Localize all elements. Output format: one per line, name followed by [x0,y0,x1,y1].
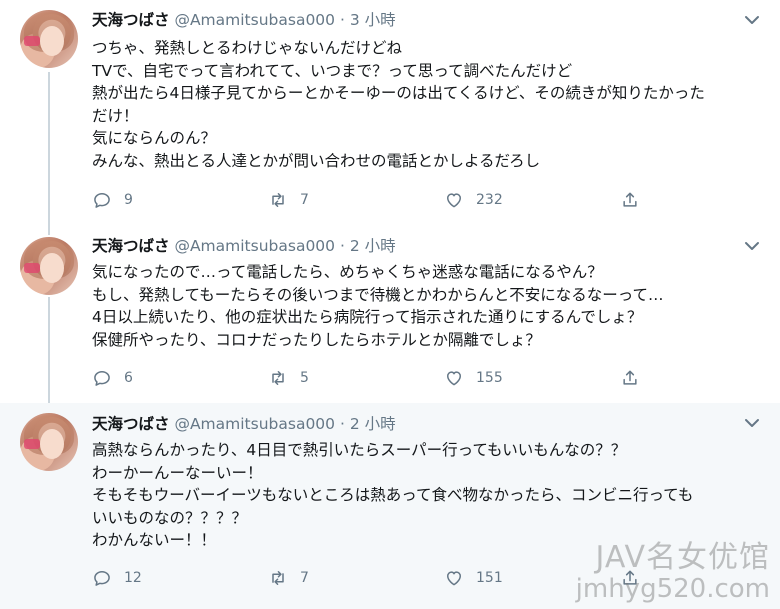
retweet-icon [272,571,284,585]
reply-count: 12 [124,570,142,586]
like-button[interactable]: 151 [444,567,503,589]
retweet-icon [272,371,284,385]
user-handle[interactable]: @Amamitsubasa000 [174,237,335,255]
tweet-actions: 9 7 232 [92,189,652,211]
tweet-actions: 12 7 151 [92,567,652,589]
heart-icon [447,371,461,386]
tweet-text: つちゃ、発熱しとるわけじゃないんだけどね TVで、自宅でって言われてて、いつまで… [92,37,762,172]
share-icon [623,192,637,207]
thread-connector-line [48,297,50,403]
thread-connector-line [48,72,50,230]
separator-dot: · [339,237,345,255]
tweet-line: わーかーんーなーいー！ [92,463,263,482]
tweet[interactable]: 天海つばさ @Amamitsubasa000 · 3 小時 つちゃ、発熱しとるわ… [0,0,780,230]
timestamp[interactable]: 2 小時 [350,237,396,255]
user-handle[interactable]: @Amamitsubasa000 [174,415,335,433]
reply-icon [94,371,110,386]
display-name[interactable]: 天海つばさ [92,415,170,433]
retweet-count: 5 [300,370,309,386]
tweet[interactable]: 天海つばさ @Amamitsubasa000 · 2 小時 気になったので…って… [0,230,780,403]
tweet-thread: 天海つばさ @Amamitsubasa000 · 3 小時 つちゃ、発熱しとるわ… [0,0,780,609]
timestamp[interactable]: 2 小時 [350,415,396,433]
reply-button[interactable]: 6 [92,367,133,389]
retweet-button[interactable]: 5 [268,367,309,389]
share-icon [623,370,637,385]
tweet-line: TVで、自宅でって言われてて、いつまで？って思って調べたんだけど [92,61,573,80]
tweet-text: 気になったので…って電話したら、めちゃくちゃ迷惑な電話になるやん？ もし、発熱し… [92,261,762,351]
reply-count: 6 [124,370,133,386]
heart-icon [447,571,461,586]
chevron-down-icon[interactable] [742,236,762,256]
share-button[interactable] [620,367,640,389]
tweet-line: 熱が出たら4日様子見てからーとかそーゆーのは出てくるけど、その続きが知りたかった [92,84,705,102]
heart-icon [447,193,461,208]
tweet-header: 天海つばさ @Amamitsubasa000 · 2 小時 [92,236,396,256]
avatar[interactable] [20,413,78,471]
tweet-line: つちゃ、発熱しとるわけじゃないんだけどね [92,39,403,57]
chevron-down-icon[interactable] [742,413,762,433]
like-button[interactable]: 155 [444,367,503,389]
watermark-title: JAV名女优馆 [595,540,770,575]
reply-button[interactable]: 12 [92,567,142,589]
tweet-line: 4日以上続いたり、他の症状出たら病院行って指示された通りにするんでしょ？ [92,308,643,326]
avatar[interactable] [20,237,78,295]
share-button[interactable] [620,189,640,211]
tweet-line: いいものなの？？？？ [92,508,248,527]
avatar[interactable] [20,10,78,68]
tweet-line: 保健所やったり、コロナだったりしたらホテルとか隔離でしょ？ [92,330,541,349]
retweet-count: 7 [300,570,309,586]
tweet-actions: 6 5 155 [92,367,652,389]
reply-icon [94,571,110,586]
display-name[interactable]: 天海つばさ [92,11,170,29]
separator-dot: · [339,11,345,29]
timestamp[interactable]: 3 小時 [350,11,396,29]
tweet-line: そもそもウーバーイーツもないところは熱あって食べ物なかったら、コンビニ行っても [92,486,694,504]
watermark: JAV名女优馆 jmhyg520.com [575,540,770,604]
tweet-line: 気になったので…って電話したら、めちゃくちゃ迷惑な電話になるやん？ [92,263,603,281]
tweet-header: 天海つばさ @Amamitsubasa000 · 3 小時 [92,10,396,30]
tweet-line: もし、発熱してもーたらその後いつまで待機とかわからんと不安になるなーって… [92,285,664,304]
like-count: 151 [476,570,503,586]
reply-icon [94,193,110,208]
separator-dot: · [339,415,345,433]
chevron-down-icon[interactable] [742,10,762,30]
tweet-line: 高熱ならんかったり、4日目で熱引いたらスーパー行ってもいいもんなの？？ [92,441,627,459]
watermark-url: jmhyg520.com [575,574,770,604]
reply-button[interactable]: 9 [92,189,133,211]
retweet-button[interactable]: 7 [268,189,309,211]
retweet-count: 7 [300,192,309,208]
retweet-button[interactable]: 7 [268,567,309,589]
reply-count: 9 [124,192,133,208]
user-handle[interactable]: @Amamitsubasa000 [174,11,335,29]
tweet-line: 気にならんのん？ [92,129,217,147]
tweet-text: 高熱ならんかったり、4日目で熱引いたらスーパー行ってもいいもんなの？？ わーかー… [92,439,762,552]
like-button[interactable]: 232 [444,189,503,211]
like-count: 155 [476,370,503,386]
like-count: 232 [476,192,503,208]
retweet-icon [272,193,284,207]
thread-connector-line [48,230,50,235]
tweet-line: みんな、熱出とる人達とかが問い合わせの電話とかしよるだろし [92,151,541,170]
tweet-header: 天海つばさ @Amamitsubasa000 · 2 小時 [92,414,396,434]
tweet-line: だけ！ [92,106,139,125]
display-name[interactable]: 天海つばさ [92,237,170,255]
